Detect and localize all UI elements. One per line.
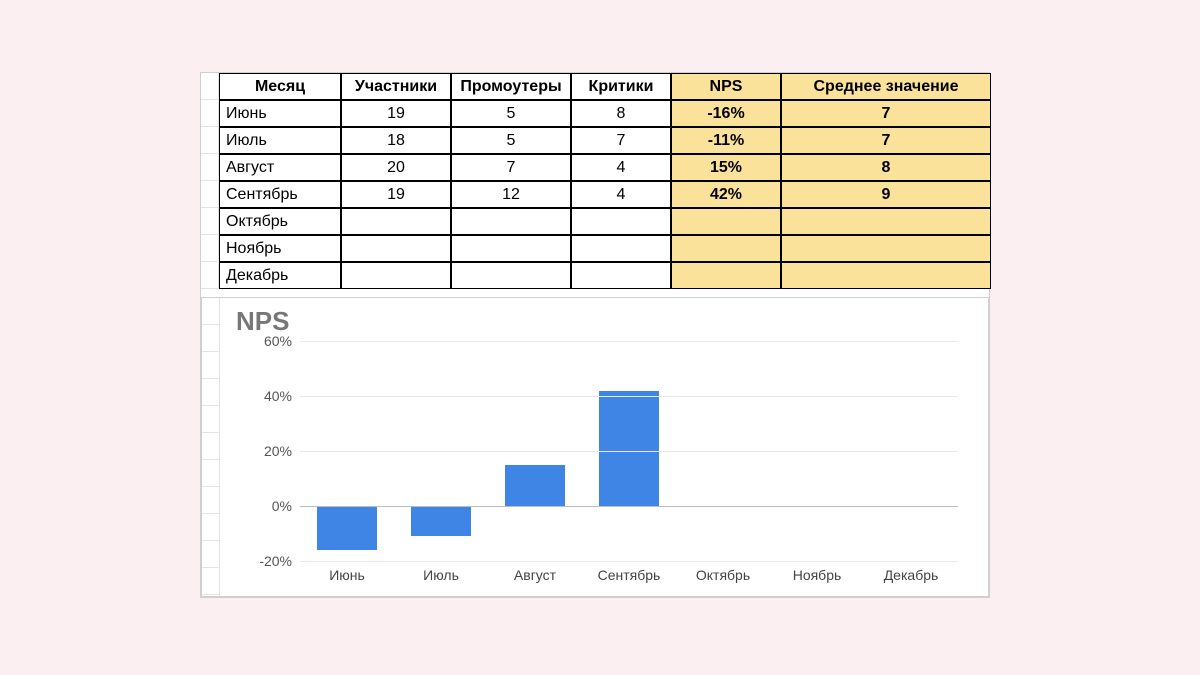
col-header-nps: NPS (671, 73, 781, 100)
cell-critics[interactable]: 7 (571, 127, 671, 154)
cell-critics[interactable] (571, 262, 671, 289)
col-header-month: Месяц (219, 73, 341, 100)
cell-critics[interactable]: 4 (571, 154, 671, 181)
chart-x-tick: Июнь (300, 567, 394, 583)
cell-critics[interactable] (571, 235, 671, 262)
cell-average[interactable] (781, 235, 991, 262)
cell-month[interactable]: Август (219, 154, 341, 181)
cell-nps[interactable] (671, 262, 781, 289)
cell-participants[interactable]: 19 (341, 181, 451, 208)
cell-promoters[interactable] (451, 208, 571, 235)
cell-nps[interactable]: 15% (671, 154, 781, 181)
cell-promoters[interactable] (451, 235, 571, 262)
cell-nps[interactable]: -16% (671, 100, 781, 127)
chart-y-tick: -20% (242, 553, 292, 569)
chart-y-tick: 60% (242, 333, 292, 349)
spreadsheet-panel: Месяц Участники Промоутеры Критики NPS С… (200, 72, 990, 598)
nps-table: Месяц Участники Промоутеры Критики NPS С… (201, 73, 989, 289)
cell-participants[interactable] (341, 235, 451, 262)
cell-month[interactable]: Июнь (219, 100, 341, 127)
cell-nps[interactable] (671, 208, 781, 235)
cell-critics[interactable] (571, 208, 671, 235)
cell-promoters[interactable]: 5 (451, 100, 571, 127)
cell-average[interactable]: 9 (781, 181, 991, 208)
cell-participants[interactable]: 18 (341, 127, 451, 154)
row-gutter-cell (201, 100, 219, 127)
chart-x-tick: Август (488, 567, 582, 583)
chart-plot-area: -20%0%20%40%60% (300, 341, 958, 561)
chart-bar (599, 391, 659, 507)
row-gutter (202, 298, 220, 596)
chart-x-tick: Октябрь (676, 567, 770, 583)
cell-nps[interactable]: -11% (671, 127, 781, 154)
col-header-participants: Участники (341, 73, 451, 100)
row-gutter-cell (201, 235, 219, 262)
cell-average[interactable]: 7 (781, 100, 991, 127)
cell-average[interactable] (781, 262, 991, 289)
chart-bar (317, 506, 377, 550)
chart-y-tick: 0% (242, 498, 292, 514)
cell-nps[interactable] (671, 235, 781, 262)
cell-participants[interactable]: 19 (341, 100, 451, 127)
row-gutter-cell (201, 154, 219, 181)
col-header-critics: Критики (571, 73, 671, 100)
chart-bar (411, 506, 471, 536)
chart-bar (505, 465, 565, 506)
chart-y-tick: 20% (242, 443, 292, 459)
cell-critics[interactable]: 8 (571, 100, 671, 127)
row-gutter-cell (201, 208, 219, 235)
cell-participants[interactable]: 20 (341, 154, 451, 181)
cell-month[interactable]: Июль (219, 127, 341, 154)
row-gutter-cell (201, 181, 219, 208)
cell-participants[interactable] (341, 262, 451, 289)
cell-month[interactable]: Сентябрь (219, 181, 341, 208)
cell-month[interactable]: Декабрь (219, 262, 341, 289)
chart-x-tick: Ноябрь (770, 567, 864, 583)
chart-x-axis: ИюньИюльАвгустСентябрьОктябрьНоябрьДекаб… (300, 567, 958, 583)
cell-average[interactable]: 8 (781, 154, 991, 181)
cell-average[interactable] (781, 208, 991, 235)
row-gutter-cell (201, 73, 219, 100)
chart-y-tick: 40% (242, 388, 292, 404)
cell-promoters[interactable]: 7 (451, 154, 571, 181)
row-gutter-cell (201, 262, 219, 289)
chart-x-tick: Июль (394, 567, 488, 583)
cell-average[interactable]: 7 (781, 127, 991, 154)
cell-nps[interactable]: 42% (671, 181, 781, 208)
cell-month[interactable]: Октябрь (219, 208, 341, 235)
chart-x-tick: Сентябрь (582, 567, 676, 583)
cell-participants[interactable] (341, 208, 451, 235)
cell-promoters[interactable]: 12 (451, 181, 571, 208)
cell-promoters[interactable]: 5 (451, 127, 571, 154)
chart-title: NPS (236, 306, 978, 337)
cell-month[interactable]: Ноябрь (219, 235, 341, 262)
row-gutter-cell (201, 127, 219, 154)
cell-promoters[interactable] (451, 262, 571, 289)
chart-x-tick: Декабрь (864, 567, 958, 583)
cell-critics[interactable]: 4 (571, 181, 671, 208)
nps-chart: NPS -20%0%20%40%60% ИюньИюльАвгустСентяб… (201, 297, 989, 597)
col-header-average: Среднее значение (781, 73, 991, 100)
col-header-promoters: Промоутеры (451, 73, 571, 100)
